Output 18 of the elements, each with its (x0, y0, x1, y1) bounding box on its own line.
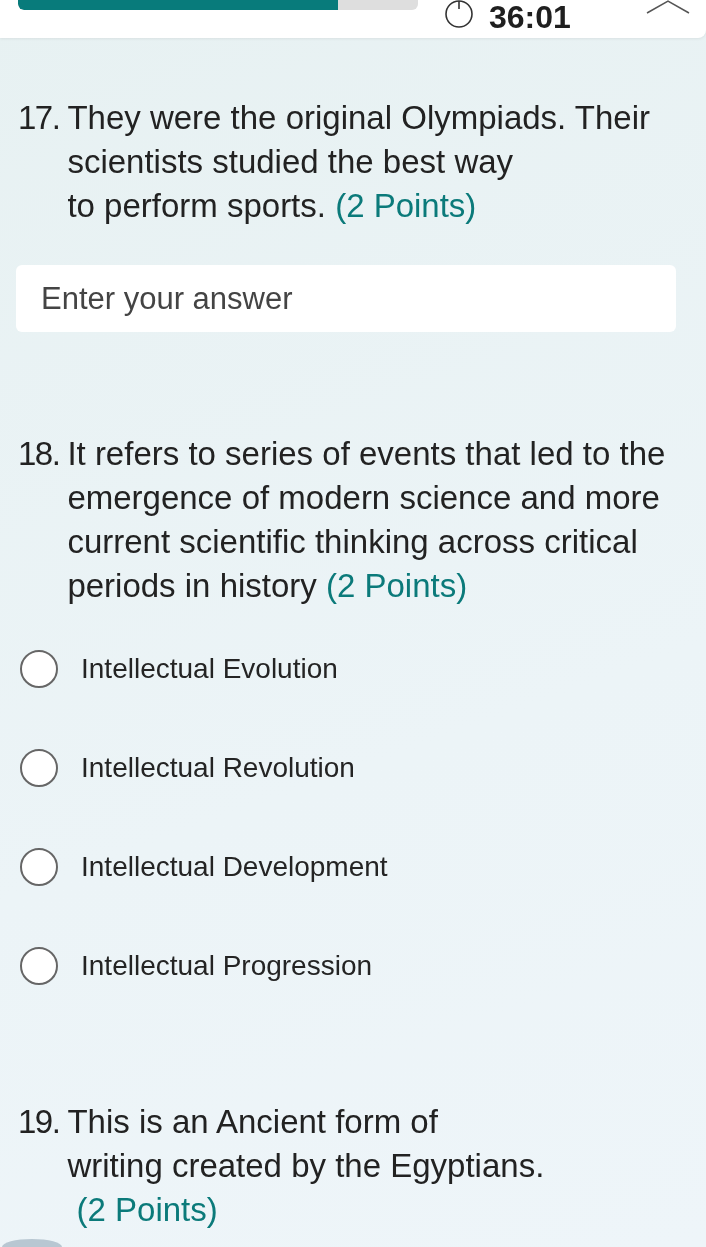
radio-button[interactable] (20, 748, 58, 787)
option-label[interactable]: Intellectual Revolution (81, 751, 355, 784)
question-number: 18. (18, 434, 61, 474)
timer-icon (443, 0, 475, 28)
radio-button[interactable] (20, 649, 58, 688)
radio-button[interactable] (20, 847, 58, 886)
question-number: 19. (18, 1102, 61, 1142)
question-text: It refers to series of events that led to the emergence of modern science and more current scientific thinking across critical periods in history (2 Points) (67, 434, 666, 606)
question-text: This is an Ancient form of writing created by the Egyptians. (2 Points) (67, 1102, 545, 1230)
chevron-up-icon[interactable] (646, 0, 690, 14)
question-text: They were the original Olympiads. Their scientists studied the best way to perform sports. (2 Points) (67, 98, 650, 226)
timer-text: 36:01 (489, 0, 571, 34)
option-label[interactable]: Intellectual Development (81, 850, 388, 883)
option-label[interactable]: Intellectual Evolution (81, 652, 338, 685)
answer-field[interactable]: Enter your answer (16, 265, 676, 332)
question-number: 17. (18, 98, 61, 138)
option-label[interactable]: Intellectual Progression (81, 949, 373, 982)
radio-button[interactable] (20, 946, 58, 985)
